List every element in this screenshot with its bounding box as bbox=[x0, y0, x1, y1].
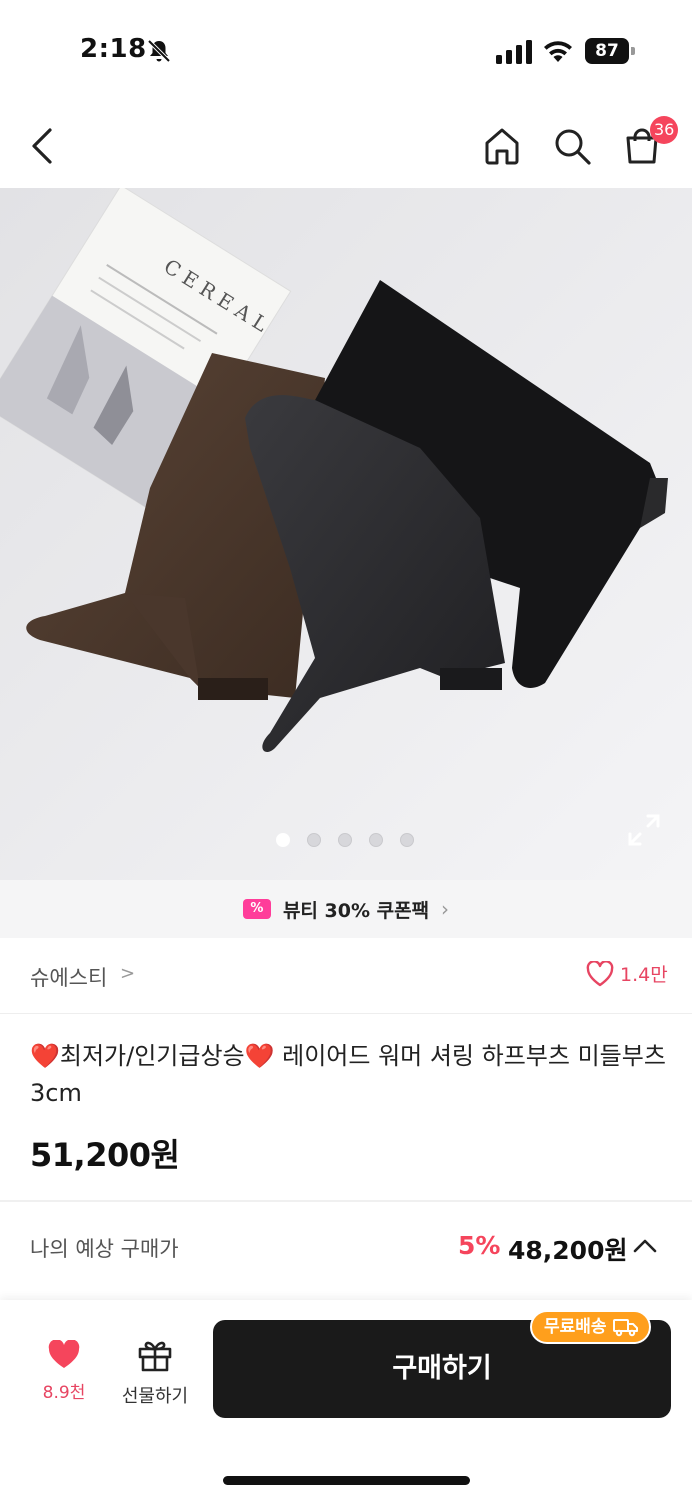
brand-chevron-icon: > bbox=[120, 963, 136, 984]
battery-indicator: 87 bbox=[585, 38, 635, 64]
product-title: ❤️최저가/인기급상승❤️ 레이어드 워머 셔링 하프부츠 미들부츠 3cm bbox=[30, 1042, 666, 1107]
home-icon bbox=[485, 128, 519, 165]
coupon-pack-banner[interactable]: 뷰티 30% 쿠폰팩 › bbox=[0, 880, 692, 938]
pagination-dot[interactable] bbox=[369, 833, 383, 847]
battery-cap bbox=[631, 47, 635, 55]
brand-name-link[interactable]: 슈에스티 bbox=[30, 962, 107, 992]
product-info: ❤️최저가/인기급상승❤️ 레이어드 워머 셔링 하프부츠 미들부츠 3cm 5… bbox=[30, 1038, 670, 1176]
top-nav-bar bbox=[0, 108, 692, 186]
chevron-up-icon bbox=[633, 1239, 657, 1253]
gift-button[interactable]: 선물하기 bbox=[112, 1338, 198, 1408]
cellular-signal-icon bbox=[496, 40, 532, 64]
brand-row: 슈에스티 > 1.4만 bbox=[0, 938, 692, 1014]
product-photo: CEREAL bbox=[0, 188, 692, 880]
truck-icon bbox=[612, 1319, 638, 1337]
home-button[interactable] bbox=[478, 122, 526, 170]
free-shipping-label: 무료배송 bbox=[544, 1317, 607, 1337]
estimated-price-value: 48,200원 bbox=[508, 1236, 628, 1265]
bottom-action-bar: 8.9천 선물하기 구매하기 무료배송 bbox=[0, 1300, 692, 1500]
product-image-gallery[interactable]: CEREAL bbox=[0, 188, 692, 880]
status-time: 2:18 bbox=[80, 34, 147, 64]
pagination-dot-active[interactable] bbox=[276, 833, 290, 847]
estimated-discount-rate: 5% bbox=[458, 1231, 501, 1260]
battery-level: 87 bbox=[585, 38, 629, 64]
heart-outline-icon bbox=[586, 960, 614, 986]
gift-icon bbox=[138, 1341, 172, 1372]
coupon-icon bbox=[242, 899, 271, 919]
product-price: 51,200원 bbox=[30, 1136, 180, 1174]
back-button[interactable] bbox=[18, 122, 66, 170]
pagination-dot[interactable] bbox=[338, 833, 352, 847]
wifi-icon bbox=[544, 41, 572, 62]
wishlist-count: 8.9천 bbox=[42, 1383, 86, 1403]
brand-like-button[interactable]: 1.4만 bbox=[586, 960, 668, 987]
heart-filled-icon bbox=[48, 1339, 80, 1368]
coupon-label: 뷰티 30% 쿠폰팩 bbox=[282, 899, 430, 922]
free-shipping-badge: 무료배송 bbox=[530, 1310, 651, 1344]
chevron-left-icon bbox=[32, 128, 52, 164]
gift-label: 선물하기 bbox=[121, 1386, 189, 1407]
pagination-dot[interactable] bbox=[400, 833, 414, 847]
bell-off-icon bbox=[147, 39, 171, 63]
estimated-price-toggle[interactable]: 나의 예상 구매가 5% 48,200원 bbox=[0, 1202, 692, 1292]
home-indicator bbox=[223, 1476, 470, 1485]
pagination-dot[interactable] bbox=[307, 833, 321, 847]
search-icon bbox=[555, 129, 591, 165]
expand-fullscreen-icon[interactable] bbox=[626, 812, 662, 848]
status-bar: 2:18 87 bbox=[0, 0, 692, 100]
gallery-pagination bbox=[276, 833, 414, 847]
estimated-price-label: 나의 예상 구매가 bbox=[30, 1237, 179, 1261]
search-button[interactable] bbox=[548, 122, 596, 170]
chevron-right-icon: › bbox=[441, 897, 450, 921]
brand-like-count: 1.4만 bbox=[620, 964, 668, 986]
wishlist-button[interactable]: 8.9천 bbox=[28, 1339, 100, 1403]
